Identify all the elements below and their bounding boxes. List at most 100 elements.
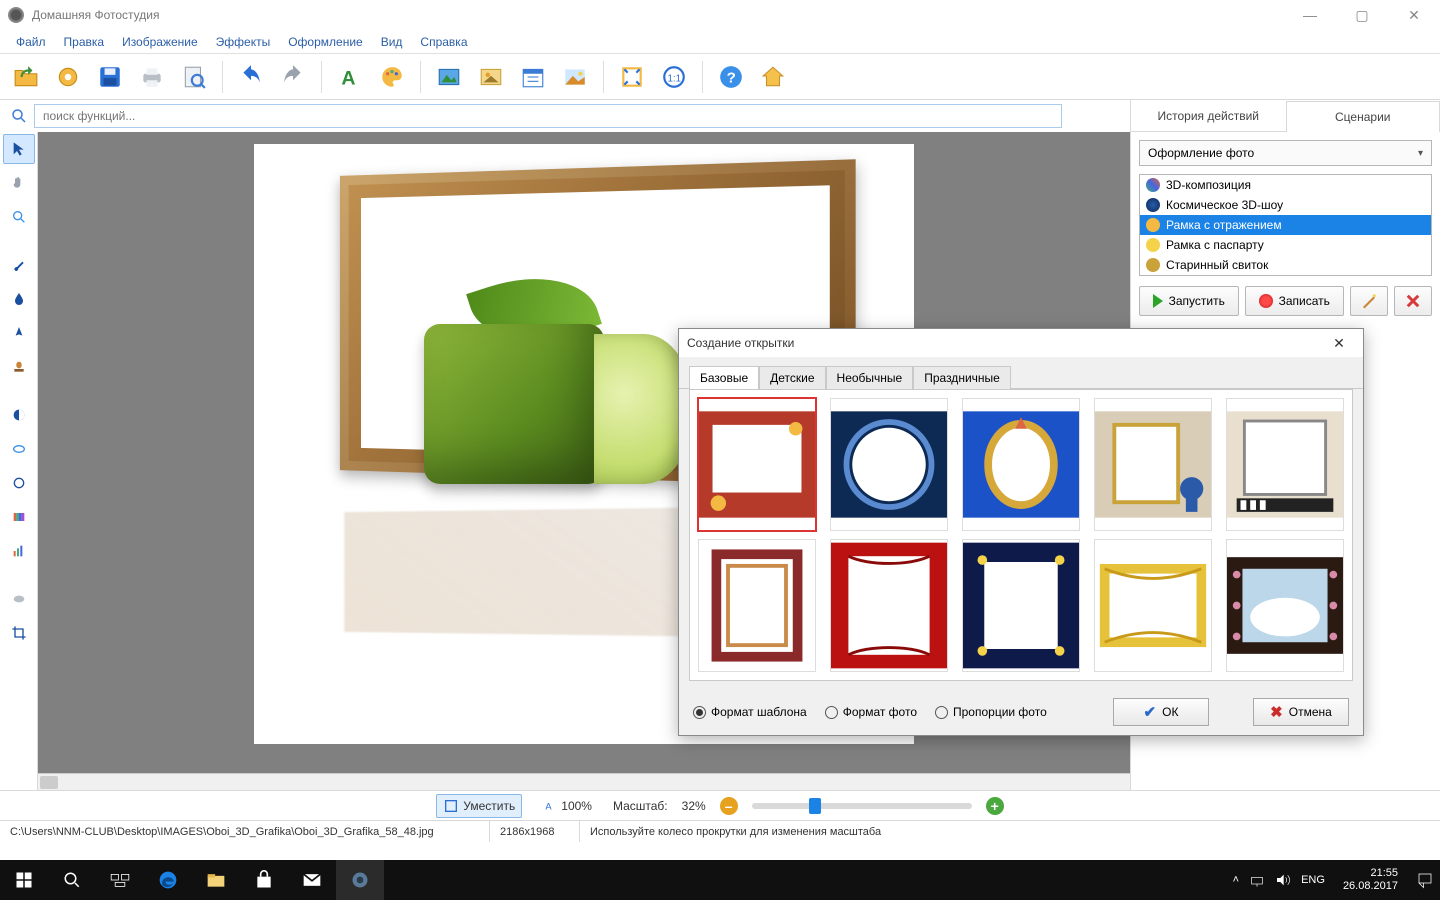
task-view[interactable] [96, 860, 144, 900]
redo-button[interactable] [275, 59, 311, 95]
blur-tool[interactable] [3, 584, 35, 614]
menu-image[interactable]: Изображение [114, 32, 206, 52]
scenery-button[interactable] [557, 59, 593, 95]
search-input[interactable] [34, 104, 1062, 128]
tray-network-icon[interactable] [1249, 872, 1265, 888]
tray-notifications-icon[interactable] [1416, 871, 1434, 889]
stamp-tool[interactable] [3, 352, 35, 382]
pointer-tool[interactable] [3, 134, 35, 164]
radio-photo-proportions[interactable]: Пропорции фото [935, 705, 1047, 719]
zoom-out-button[interactable]: – [720, 797, 738, 815]
dialog-tab-basic[interactable]: Базовые [689, 366, 759, 389]
radio-photo-format[interactable]: Формат фото [825, 705, 917, 719]
scenario-item[interactable]: Старинный свиток [1140, 255, 1431, 275]
gradient-tool[interactable] [3, 502, 35, 532]
menu-effects[interactable]: Эффекты [208, 32, 279, 52]
template-thumbnail[interactable] [830, 398, 948, 531]
record-icon [1259, 294, 1273, 308]
tab-scenarios[interactable]: Сценарии [1286, 101, 1440, 132]
template-thumbnail[interactable] [698, 539, 816, 672]
gear-button[interactable] [50, 59, 86, 95]
template-thumbnail[interactable] [1226, 398, 1344, 531]
scenario-item[interactable]: Рамка с отражением [1140, 215, 1431, 235]
status-dimensions: 2186x1968 [490, 821, 580, 842]
radio-template-format[interactable]: Формат шаблона [693, 705, 807, 719]
svg-text:A: A [546, 801, 553, 811]
dialog-ok-button[interactable]: ✔ОК [1113, 698, 1209, 726]
tray-volume-icon[interactable] [1275, 872, 1291, 888]
scenario-category-dropdown[interactable]: Оформление фото ▾ [1139, 140, 1432, 166]
actual-size-button[interactable]: 1:1 [656, 59, 692, 95]
template-thumbnail[interactable] [1226, 539, 1344, 672]
record-button[interactable]: Записать [1245, 286, 1345, 316]
pen-tool[interactable] [3, 318, 35, 348]
tab-history[interactable]: История действий [1131, 100, 1286, 131]
dialog-cancel-button[interactable]: ✖Отмена [1253, 698, 1349, 726]
menubar: Файл Правка Изображение Эффекты Оформлен… [0, 30, 1440, 54]
window-close-button[interactable]: ✕ [1396, 3, 1432, 27]
crop-tool[interactable] [3, 618, 35, 648]
template-thumbnail[interactable] [830, 539, 948, 672]
fit-button[interactable] [614, 59, 650, 95]
help-button[interactable]: ? [713, 59, 749, 95]
zoom-tool[interactable] [3, 202, 35, 232]
print-button[interactable] [134, 59, 170, 95]
save-button[interactable] [92, 59, 128, 95]
taskbar-store[interactable] [240, 860, 288, 900]
palette-button[interactable] [374, 59, 410, 95]
undo-button[interactable] [233, 59, 269, 95]
tray-up-icon[interactable]: ˄ [1233, 874, 1239, 886]
home-button[interactable] [755, 59, 791, 95]
taskbar-edge[interactable] [144, 860, 192, 900]
canvas-h-scrollbar[interactable] [38, 773, 1130, 790]
template-thumbnail[interactable] [698, 398, 816, 531]
svg-text:A: A [341, 67, 355, 89]
brush-tool[interactable] [3, 250, 35, 280]
wand-button[interactable] [1350, 286, 1388, 316]
start-button[interactable] [0, 860, 48, 900]
image-button[interactable] [473, 59, 509, 95]
circle-tool[interactable] [3, 468, 35, 498]
zoom-slider-handle[interactable] [809, 798, 821, 814]
ellipse-tool[interactable] [3, 434, 35, 464]
zoom-in-button[interactable]: + [986, 797, 1004, 815]
fit-to-screen-button[interactable]: Уместить [436, 794, 522, 818]
scenario-item[interactable]: Рамка с паспарту [1140, 235, 1431, 255]
open-button[interactable] [8, 59, 44, 95]
text-button[interactable]: A [332, 59, 368, 95]
zoom-slider[interactable] [752, 803, 972, 809]
dialog-tab-holiday[interactable]: Праздничные [913, 366, 1011, 389]
template-thumbnail[interactable] [1094, 539, 1212, 672]
taskbar-mail[interactable] [288, 860, 336, 900]
template-thumbnail[interactable] [1094, 398, 1212, 531]
levels-tool[interactable] [3, 536, 35, 566]
run-button[interactable]: Запустить [1139, 286, 1239, 316]
window-minimize-button[interactable]: — [1292, 3, 1328, 27]
frame-button[interactable] [431, 59, 467, 95]
taskbar-search[interactable] [48, 860, 96, 900]
menu-view[interactable]: Вид [373, 32, 411, 52]
menu-design[interactable]: Оформление [280, 32, 370, 52]
scenario-item[interactable]: Космическое 3D-шоу [1140, 195, 1431, 215]
menu-help[interactable]: Справка [412, 32, 475, 52]
scenario-item[interactable]: 3D-композиция [1140, 175, 1431, 195]
calendar-button[interactable] [515, 59, 551, 95]
drop-tool[interactable] [3, 284, 35, 314]
taskbar-current-app[interactable] [336, 860, 384, 900]
taskbar-explorer[interactable] [192, 860, 240, 900]
contrast-tool[interactable] [3, 400, 35, 430]
delete-button[interactable] [1394, 286, 1432, 316]
dialog-tab-kids[interactable]: Детские [759, 366, 825, 389]
menu-file[interactable]: Файл [8, 32, 54, 52]
tray-language[interactable]: ENG [1301, 874, 1325, 886]
tray-clock[interactable]: 21:55 26.08.2017 [1335, 867, 1406, 892]
zoom-100-button[interactable]: A 100% [536, 795, 599, 817]
window-maximize-button[interactable]: ▢ [1344, 3, 1380, 27]
template-thumbnail[interactable] [962, 398, 1080, 531]
template-thumbnail[interactable] [962, 539, 1080, 672]
preview-button[interactable] [176, 59, 212, 95]
dialog-tab-unusual[interactable]: Необычные [826, 366, 914, 389]
menu-edit[interactable]: Правка [56, 32, 113, 52]
hand-tool[interactable] [3, 168, 35, 198]
dialog-close-button[interactable]: ✕ [1323, 331, 1355, 355]
